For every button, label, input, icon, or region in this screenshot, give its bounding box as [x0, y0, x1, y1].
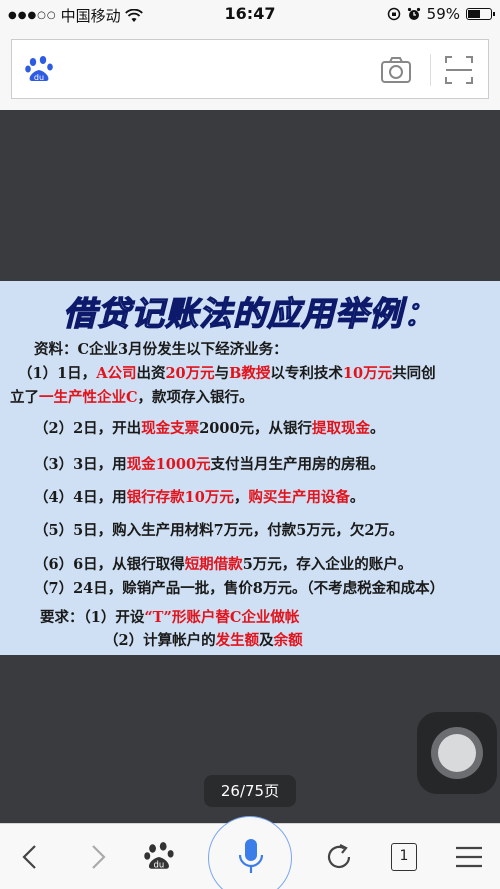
slide-text-segment: 资料：C企业3月份发生以下经济业务： — [34, 341, 288, 358]
baidu-paw-icon[interactable]: du — [143, 840, 177, 874]
orientation-lock-icon — [387, 7, 400, 21]
slide-text-segment: （5）5日，购入生产用材料7万元，付款5万元，欠2万。 — [34, 522, 404, 539]
highlighted-text: 10万元 — [342, 365, 393, 382]
slide-line: （3）3日，用现金1000元支付当月生产用房的房租。 — [34, 453, 385, 474]
highlighted-text: 提取现金 — [312, 420, 371, 437]
slide-text-segment: 与 — [214, 365, 230, 382]
chevron-right-icon[interactable] — [80, 840, 114, 874]
slide-text-segment: （2）计算帐户的 — [104, 632, 216, 649]
slide-text-segment: 立了 — [10, 389, 39, 406]
highlighted-text: A公司 — [96, 365, 137, 382]
menu-icon[interactable] — [452, 840, 486, 874]
slide-text-segment: 2000元，从银行 — [199, 420, 313, 437]
page-indicator: 26/75页 — [204, 775, 296, 807]
slide-text-segment: （1）1日， — [18, 365, 97, 382]
baidu-paw-icon[interactable]: du — [24, 54, 56, 86]
highlighted-text: 短期借款 — [184, 556, 243, 573]
search-box[interactable]: du — [11, 39, 489, 99]
voice-search-button[interactable] — [208, 816, 292, 889]
slide-text-segment: 共同创 — [392, 365, 436, 382]
highlighted-text: B教授 — [229, 365, 271, 382]
slide-title: 借贷记账法的应用举例： — [62, 293, 437, 333]
highlighted-text: 20万元 — [165, 365, 215, 382]
svg-text:du: du — [154, 861, 165, 871]
battery-percent: 59% — [426, 5, 460, 23]
highlighted-text: 余额 — [273, 632, 303, 649]
slide-text-segment: （2）2日，开出 — [34, 420, 142, 437]
slide-text-segment: （4）4日，用 — [34, 489, 127, 506]
assistive-touch-button[interactable] — [417, 712, 497, 794]
slide-text-segment: 以专利技术 — [270, 365, 343, 382]
status-bar: ●●●○○ 中国移动 16:47 59% — [0, 0, 500, 28]
highlighted-text: 一生产性企业C — [39, 389, 138, 406]
refresh-icon[interactable] — [322, 840, 356, 874]
slide-text-segment: 。 — [349, 489, 365, 506]
assistive-touch-core — [438, 734, 476, 772]
tab-count-button[interactable]: 1 — [391, 843, 417, 871]
slide-text-segment: 及 — [259, 632, 274, 649]
scan-icon[interactable] — [444, 54, 474, 86]
alarm-icon — [407, 7, 420, 20]
status-right: 59% — [387, 5, 495, 23]
slide-line: （1）1日，A公司出资20万元与B教授以专利技术10万元共同创 — [18, 362, 436, 383]
slide-text-segment: （7）24日，赊销产品一批，售价8万元。（不考虑税金和成本） — [34, 580, 445, 597]
slide-line: 资料：C企业3月份发生以下经济业务： — [34, 338, 288, 359]
slide-text-segment: 。 — [370, 420, 385, 437]
slide-image: 借贷记账法的应用举例： 资料：C企业3月份发生以下经济业务： （1）1日，A公司出… — [0, 281, 500, 655]
battery-icon — [466, 8, 495, 20]
slide-line: 立了一生产性企业C，款项存入银行。 — [10, 386, 254, 407]
chevron-left-icon[interactable] — [14, 840, 48, 874]
highlighted-text: 现金支票 — [141, 420, 200, 437]
slide-text-segment: （6）6日，从银行取得 — [34, 556, 185, 573]
camera-icon[interactable] — [380, 55, 412, 85]
highlighted-text: 银行存款10万元 — [126, 489, 234, 506]
slide-line: （2）计算帐户的发生额及余额 — [104, 629, 303, 650]
highlighted-text: 发生额 — [215, 632, 260, 649]
slide-text-segment: ，款项存入银行。 — [137, 389, 254, 406]
bottom-toolbar: du 1 — [0, 816, 500, 889]
slide-line: （5）5日，购入生产用材料7万元，付款5万元，欠2万。 — [34, 519, 403, 540]
highlighted-text: “T”形账户替C企业做帐 — [144, 609, 300, 626]
slide-line: （7）24日，赊销产品一批，售价8万元。（不考虑税金和成本） — [34, 577, 444, 598]
battery-fill — [468, 10, 481, 18]
search-divider — [430, 54, 431, 86]
microphone-icon — [238, 839, 264, 873]
slide-text-segment: 5万元，存入企业的账户。 — [242, 556, 413, 573]
slide-text-segment: 出资 — [136, 365, 166, 382]
highlighted-text: 现金1000元 — [126, 456, 211, 473]
browser-header: du — [0, 28, 500, 110]
slide-line: 要求：（1）开设“T”形账户替C企业做帐 — [40, 606, 299, 627]
slide-line: （4）4日，用银行存款10万元，购买生产用设备。 — [34, 486, 364, 507]
slide-text-segment: （3）3日，用 — [34, 456, 127, 473]
slide-line: （6）6日，从银行取得短期借款5万元，存入企业的账户。 — [34, 553, 412, 574]
highlighted-text: 购买生产用设备 — [248, 489, 350, 506]
slide-text-segment: ， — [233, 489, 249, 506]
slide-text-segment: 支付当月生产用房的房租。 — [210, 456, 385, 473]
slide-text-segment: 要求：（1）开设 — [40, 609, 145, 626]
slide-line: （2）2日，开出现金支票2000元，从银行提取现金。 — [34, 417, 385, 438]
svg-text:du: du — [34, 73, 44, 82]
